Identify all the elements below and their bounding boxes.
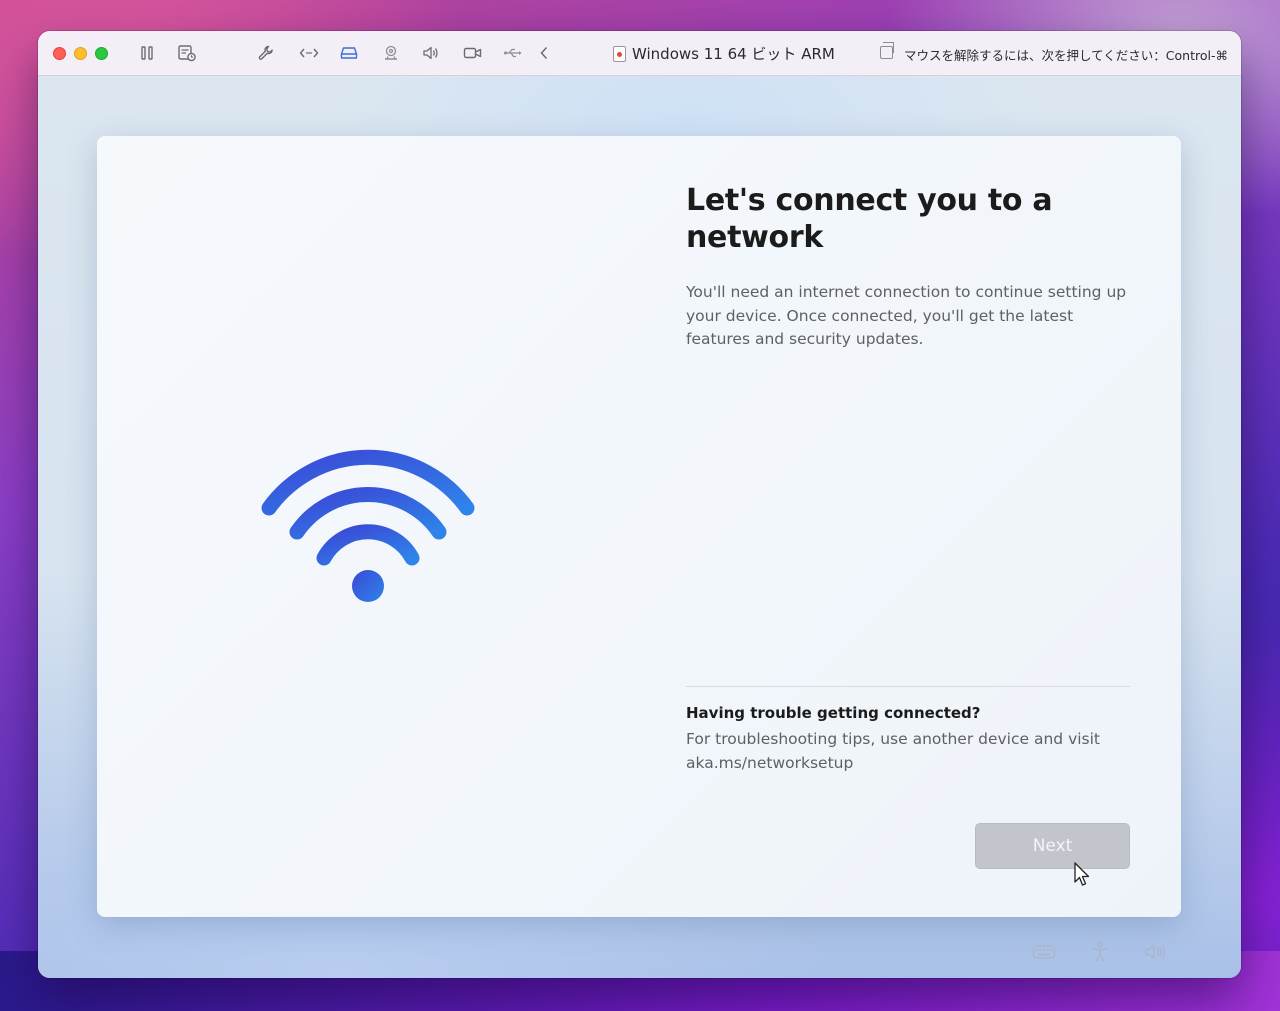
window-titlebar[interactable]: Windows 11 64 ビット ARM マウスを解除するには、次を押してくだ…: [38, 31, 1241, 76]
hard-drive-icon[interactable]: [339, 43, 359, 63]
code-arrows-icon[interactable]: [299, 43, 319, 63]
pause-icon[interactable]: [137, 43, 157, 63]
wrench-icon[interactable]: [256, 43, 276, 63]
traffic-lights: [53, 46, 108, 60]
capture-window-icon[interactable]: [880, 42, 894, 59]
mouse-release-hint: マウスを解除するには、次を押してください：Control-⌘: [904, 48, 1228, 63]
accessibility-icon[interactable]: [1087, 939, 1113, 965]
troubleshoot-heading: Having trouble getting connected?: [686, 704, 981, 722]
vm-window: Windows 11 64 ビット ARM マウスを解除するには、次を押してくだ…: [38, 31, 1241, 978]
webcam-icon[interactable]: [381, 43, 401, 63]
page-title: Let's connect you to a network: [686, 183, 1053, 255]
snapshot-icon[interactable]: [177, 43, 197, 63]
page-description: You'll need an internet connection to co…: [686, 283, 1127, 348]
troubleshoot-text: For troubleshooting tips, use another de…: [686, 730, 1101, 772]
mouse-cursor-icon: [1074, 862, 1090, 886]
window-title-text: Windows 11 64 ビット ARM: [632, 45, 835, 63]
wifi-icon: [261, 449, 475, 602]
chevron-left-icon[interactable]: [534, 43, 554, 63]
video-camera-icon[interactable]: [463, 43, 483, 63]
next-button[interactable]: Next: [975, 823, 1130, 869]
section-divider: [686, 686, 1130, 687]
minimize-button[interactable]: [74, 46, 87, 60]
keyboard-icon[interactable]: [1031, 939, 1057, 965]
volume-icon[interactable]: [1143, 939, 1169, 965]
usb-icon[interactable]: [503, 43, 523, 63]
speaker-icon[interactable]: [421, 43, 441, 63]
vm-document-icon: [613, 45, 626, 62]
zoom-button[interactable]: [95, 46, 108, 60]
window-title: Windows 11 64 ビット ARM: [613, 43, 835, 64]
vm-display[interactable]: Let's connect you to a network You'll ne…: [38, 76, 1241, 978]
close-button[interactable]: [53, 46, 66, 60]
oobe-card: Let's connect you to a network You'll ne…: [97, 136, 1181, 917]
